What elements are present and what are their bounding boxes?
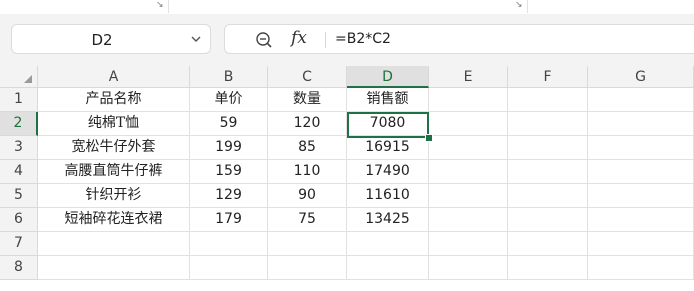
cell-c8[interactable] [268,256,347,280]
ribbon-bottom-edge: ↘ ↘ [0,0,694,15]
cell-b7[interactable] [190,232,268,256]
cell-f7[interactable] [508,232,588,256]
insert-function-icon[interactable]: fx [291,28,307,48]
cell-b5[interactable]: 129 [190,184,268,208]
row-header-5[interactable]: 5 [0,184,38,208]
cell-c4[interactable]: 110 [268,160,347,184]
cell-f3[interactable] [508,136,588,160]
name-box[interactable]: D2 [11,24,211,54]
row-header-2[interactable]: 2 [0,112,38,136]
formula-input[interactable]: =B2*C2 [335,31,391,47]
select-all-triangle-icon [24,75,32,83]
cell-d7[interactable] [347,232,429,256]
cell-g2[interactable] [588,112,694,136]
ribbon-group-expand-icon[interactable]: ↘ [156,0,164,10]
select-all-corner[interactable] [0,66,38,88]
spreadsheet-grid[interactable]: A B C D E F G 1 产品名称 单价 数量 销售额 2 纯棉T恤 59 120 7080 3 宽松牛仔外套… [0,66,694,291]
row-header-4[interactable]: 4 [0,160,38,184]
cell-e1[interactable] [429,88,508,112]
cell-f5[interactable] [508,184,588,208]
cell-b1[interactable]: 单价 [190,88,268,112]
cell-c6[interactable]: 75 [268,208,347,232]
cell-f6[interactable] [508,208,588,232]
column-header-c[interactable]: C [268,66,347,88]
column-header-d[interactable]: D [347,66,429,88]
column-header-a[interactable]: A [38,66,190,88]
cell-f8[interactable] [508,256,588,280]
fill-handle[interactable] [425,134,433,142]
cell-b3[interactable]: 199 [190,136,268,160]
cell-c3[interactable]: 85 [268,136,347,160]
cell-f2[interactable] [508,112,588,136]
cell-b8[interactable] [190,256,268,280]
cell-a2[interactable]: 纯棉T恤 [38,112,190,136]
cell-c5[interactable]: 90 [268,184,347,208]
cell-a3[interactable]: 宽松牛仔外套 [38,136,190,160]
cell-c2[interactable]: 120 [268,112,347,136]
row-header-3[interactable]: 3 [0,136,38,160]
cell-d5[interactable]: 11610 [347,184,429,208]
cell-e4[interactable] [429,160,508,184]
cell-g4[interactable] [588,160,694,184]
cell-b6[interactable]: 179 [190,208,268,232]
cell-e7[interactable] [429,232,508,256]
cell-d1[interactable]: 销售额 [347,88,429,112]
cell-g6[interactable] [588,208,694,232]
cell-d8[interactable] [347,256,429,280]
formula-bar-area: D2 fx =B2*C2 [0,14,694,66]
row-header-1[interactable]: 1 [0,88,38,112]
column-header-e[interactable]: E [429,66,508,88]
ribbon-separator [168,0,169,13]
cell-a8[interactable] [38,256,190,280]
row-header-6[interactable]: 6 [0,208,38,232]
cell-a6[interactable]: 短袖碎花连衣裙 [38,208,190,232]
cell-f4[interactable] [508,160,588,184]
cell-g8[interactable] [588,256,694,280]
chevron-down-icon[interactable] [190,33,202,45]
cell-f1[interactable] [508,88,588,112]
cell-d3[interactable]: 16915 [347,136,429,160]
cell-c1[interactable]: 数量 [268,88,347,112]
zoom-out-icon[interactable] [255,31,273,49]
cell-a7[interactable] [38,232,190,256]
cell-e5[interactable] [429,184,508,208]
cell-g7[interactable] [588,232,694,256]
column-header-b[interactable]: B [190,66,268,88]
cell-g1[interactable] [588,88,694,112]
ribbon-group-expand-icon[interactable]: ↘ [515,0,523,10]
cell-d4[interactable]: 17490 [347,160,429,184]
column-header-g[interactable]: G [588,66,694,88]
cell-d2[interactable]: 7080 [347,112,429,136]
cell-g3[interactable] [588,136,694,160]
cell-g5[interactable] [588,184,694,208]
formula-bar[interactable]: fx =B2*C2 [224,24,694,54]
row-header-7[interactable]: 7 [0,232,38,256]
cell-a4[interactable]: 高腰直筒牛仔裤 [38,160,190,184]
formula-bar-divider [325,32,326,48]
ribbon-separator [527,0,528,13]
cell-b2[interactable]: 59 [190,112,268,136]
cell-e2[interactable] [429,112,508,136]
cell-a1[interactable]: 产品名称 [38,88,190,112]
cell-e3[interactable] [429,136,508,160]
cell-b4[interactable]: 159 [190,160,268,184]
cell-d6[interactable]: 13425 [347,208,429,232]
row-header-8[interactable]: 8 [0,256,38,280]
cell-e6[interactable] [429,208,508,232]
column-header-f[interactable]: F [508,66,588,88]
cell-c7[interactable] [268,232,347,256]
cell-a5[interactable]: 针织开衫 [38,184,190,208]
cell-e8[interactable] [429,256,508,280]
name-box-value: D2 [91,31,113,49]
